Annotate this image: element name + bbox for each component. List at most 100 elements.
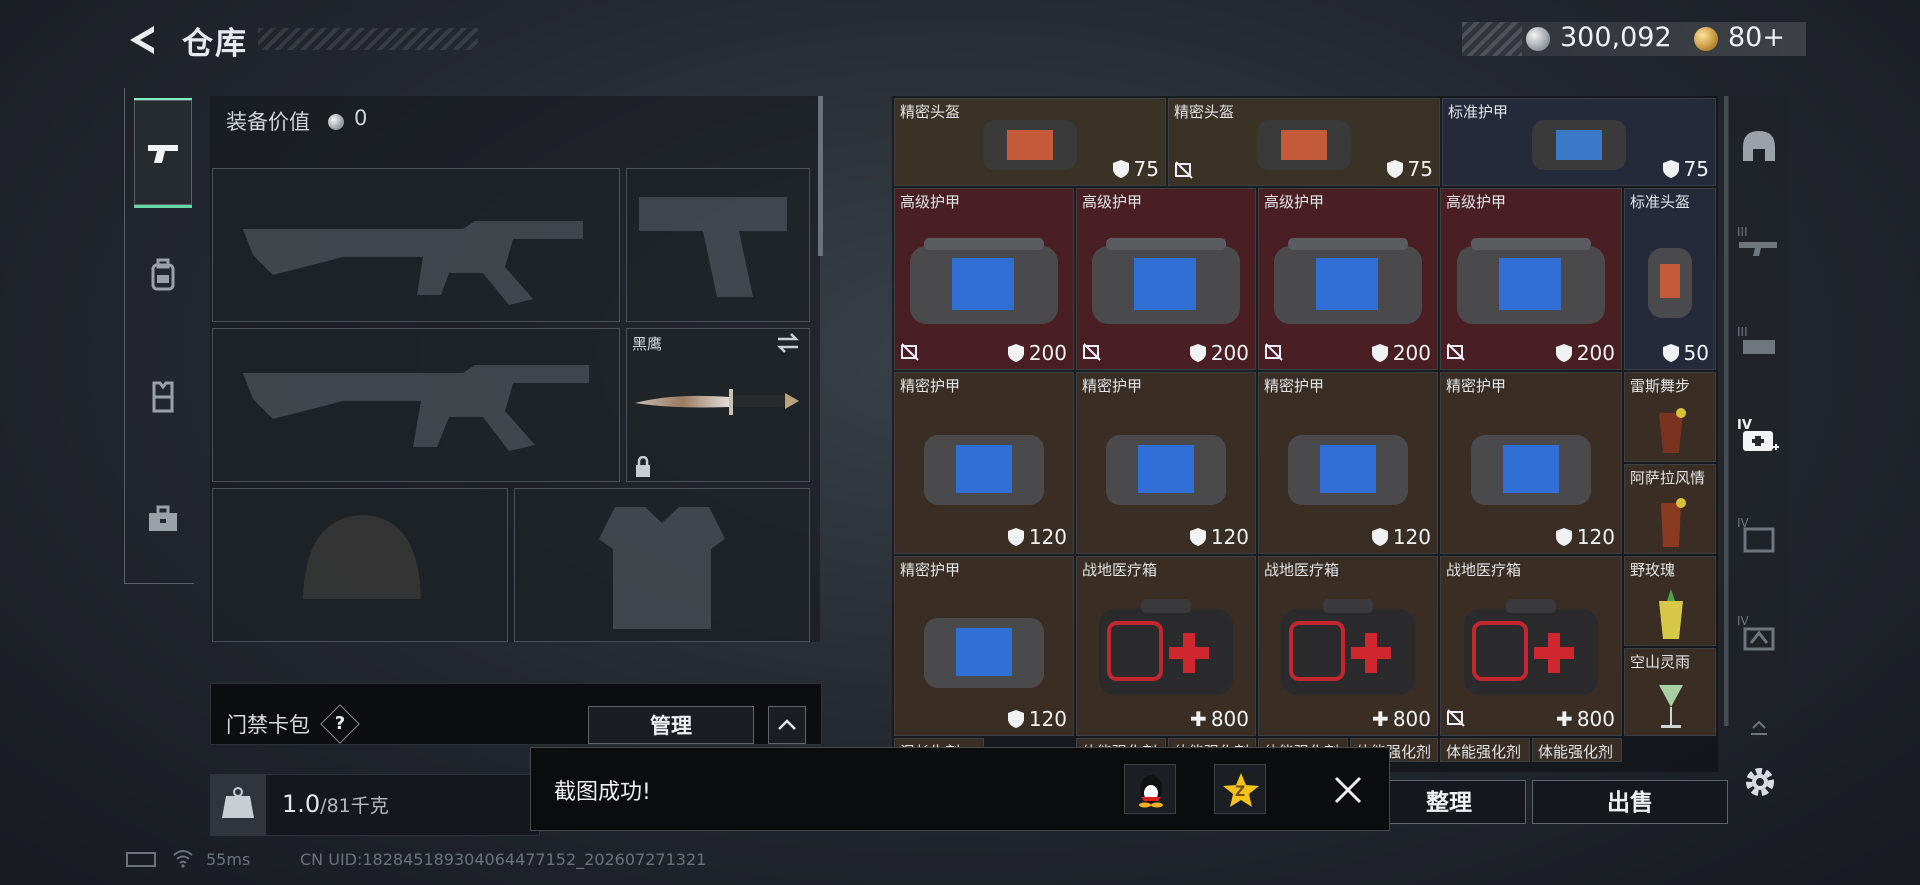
inventory-item[interactable]: 精密护甲 120 xyxy=(894,556,1074,736)
inventory-item[interactable]: 阿萨拉风情 xyxy=(1624,464,1716,554)
category-toolbox[interactable] xyxy=(134,464,192,574)
item-name: 高级护甲 xyxy=(900,193,961,211)
item-durability: 75 xyxy=(1112,157,1159,181)
settings-gear-icon[interactable] xyxy=(1740,762,1780,802)
item-name: 高级护甲 xyxy=(1264,193,1325,211)
shield-icon xyxy=(1007,710,1024,728)
manage-button[interactable]: 管理 xyxy=(588,706,754,744)
no-insurance-icon xyxy=(1447,343,1465,361)
category-chest-rig[interactable] xyxy=(134,342,192,452)
filter-tier4-gear[interactable]: IV xyxy=(1736,512,1782,558)
shield-icon xyxy=(1189,344,1206,362)
share-qzone-button[interactable]: Z xyxy=(1214,764,1266,814)
item-name: 标准头盔 xyxy=(1630,193,1691,211)
item-durability: 200 xyxy=(1007,341,1067,365)
back-icon[interactable] xyxy=(124,22,160,58)
shield-icon xyxy=(1371,344,1388,362)
svg-text:IV: IV xyxy=(1737,614,1750,628)
inventory-item[interactable]: 精密护甲 120 xyxy=(1076,372,1256,554)
cocktail-icon xyxy=(1659,589,1683,639)
no-insurance-icon xyxy=(1447,709,1465,727)
armor-bag-icon xyxy=(1092,237,1240,324)
weight-max: /81千克 xyxy=(320,795,389,817)
filter-tier3-rifle[interactable]: III xyxy=(1736,218,1782,264)
helmet-silhouette-icon xyxy=(303,515,421,599)
item-name: 精密护甲 xyxy=(1264,377,1325,395)
inventory-item[interactable]: 高级护甲 200 xyxy=(1076,188,1256,370)
shield-icon xyxy=(1555,344,1572,362)
pistol-slot[interactable] xyxy=(626,168,810,322)
sort-button[interactable]: 整理 xyxy=(1372,780,1526,824)
svg-text:III: III xyxy=(1737,225,1748,239)
filter-upload[interactable] xyxy=(1736,716,1782,740)
inventory-item[interactable]: 标准头盔 50 xyxy=(1624,188,1716,370)
filter-helmet[interactable] xyxy=(1736,124,1782,170)
item-name: 高级护甲 xyxy=(1446,193,1507,211)
armor-bag-icon xyxy=(1106,434,1226,505)
category-backpack[interactable] xyxy=(134,220,192,330)
armor-slot[interactable] xyxy=(514,488,810,642)
item-name: 精密护甲 xyxy=(900,377,961,395)
inventory-item[interactable]: 空山灵雨 xyxy=(1624,648,1716,736)
shield-icon xyxy=(1189,528,1206,546)
item-durability: 200 xyxy=(1371,341,1431,365)
inventory-item[interactable]: 高级护甲 200 xyxy=(894,188,1074,370)
inventory-item[interactable]: 体能强化剂 xyxy=(1532,738,1622,762)
inventory-item[interactable]: 精密护甲 120 xyxy=(1258,372,1438,554)
inventory-item[interactable]: 雷斯舞步 xyxy=(1624,372,1716,462)
no-insurance-icon xyxy=(1175,161,1193,179)
gold-currency[interactable]: 80+ xyxy=(1728,22,1785,53)
upload-icon xyxy=(1751,720,1767,735)
item-durability: 120 xyxy=(1371,525,1431,549)
shield-icon xyxy=(1112,160,1129,178)
category-weapons[interactable] xyxy=(134,98,192,208)
item-name: 阿萨拉风情 xyxy=(1630,469,1706,487)
secondary-weapon-slot[interactable] xyxy=(212,328,620,482)
item-name: 战地医疗箱 xyxy=(1264,561,1340,579)
page-title: 仓库 xyxy=(182,26,248,62)
shield-icon xyxy=(1555,528,1572,546)
inventory-item[interactable]: 战地医疗箱 ✚ 800 xyxy=(1258,556,1438,736)
armor-bag-icon xyxy=(1274,237,1422,324)
helmet-filter-icon xyxy=(1743,131,1775,161)
item-name: 精密头盔 xyxy=(900,103,961,121)
weight-readout: 1.0/81千克 xyxy=(282,790,389,818)
inventory-item[interactable]: 高级护甲 200 xyxy=(1440,188,1622,370)
filter-tier4-case[interactable]: IV xyxy=(1736,610,1782,656)
loadout-scrollbar[interactable] xyxy=(818,96,823,256)
primary-weapon-slot[interactable] xyxy=(212,168,620,322)
rifle-silhouette-icon xyxy=(243,365,589,451)
inventory-item[interactable]: 精密护甲 120 xyxy=(894,372,1074,554)
filter-tier3-ammo[interactable]: III xyxy=(1736,318,1782,364)
share-qq-button[interactable] xyxy=(1124,764,1176,814)
tier4-medkit-icon: IV xyxy=(1737,418,1779,451)
item-durability: 120 xyxy=(1555,525,1615,549)
inventory-item[interactable]: 标准护甲 75 xyxy=(1442,98,1716,186)
inventory-item[interactable]: 精密头盔 75 xyxy=(1168,98,1440,186)
item-durability: 75 xyxy=(1386,157,1433,181)
inventory-item[interactable]: 体能强化剂 xyxy=(1440,738,1530,762)
collapse-button[interactable] xyxy=(768,706,806,744)
inventory-item[interactable]: 精密头盔 75 xyxy=(894,98,1166,186)
sell-button[interactable]: 出售 xyxy=(1532,780,1728,824)
helmet-case-icon xyxy=(983,119,1077,170)
swap-icon[interactable] xyxy=(776,333,800,353)
item-durability: 75 xyxy=(1662,157,1709,181)
filter-tier4-medkit[interactable]: IV xyxy=(1736,414,1782,460)
title-decoration xyxy=(258,28,478,50)
battery-icon xyxy=(126,852,156,867)
silver-coin-icon xyxy=(1526,27,1550,51)
inventory-item[interactable]: 精密护甲 120 xyxy=(1440,372,1622,554)
pistol-icon xyxy=(145,139,181,167)
shield-icon xyxy=(1007,344,1024,362)
helmet-icon xyxy=(1648,247,1692,318)
inventory-item[interactable]: 战地医疗箱 ✚ 800 xyxy=(1076,556,1256,736)
inventory-item[interactable]: 野玫瑰 xyxy=(1624,556,1716,646)
inventory-item[interactable]: 高级护甲 200 xyxy=(1258,188,1438,370)
helmet-slot[interactable] xyxy=(212,488,508,642)
close-icon[interactable] xyxy=(1328,770,1368,810)
inventory-item[interactable]: 战地医疗箱 ✚ 800 xyxy=(1440,556,1622,736)
medkit-icon xyxy=(1281,598,1415,695)
armor-bag-icon xyxy=(1471,434,1591,505)
silver-currency: 300,092 xyxy=(1560,22,1672,53)
